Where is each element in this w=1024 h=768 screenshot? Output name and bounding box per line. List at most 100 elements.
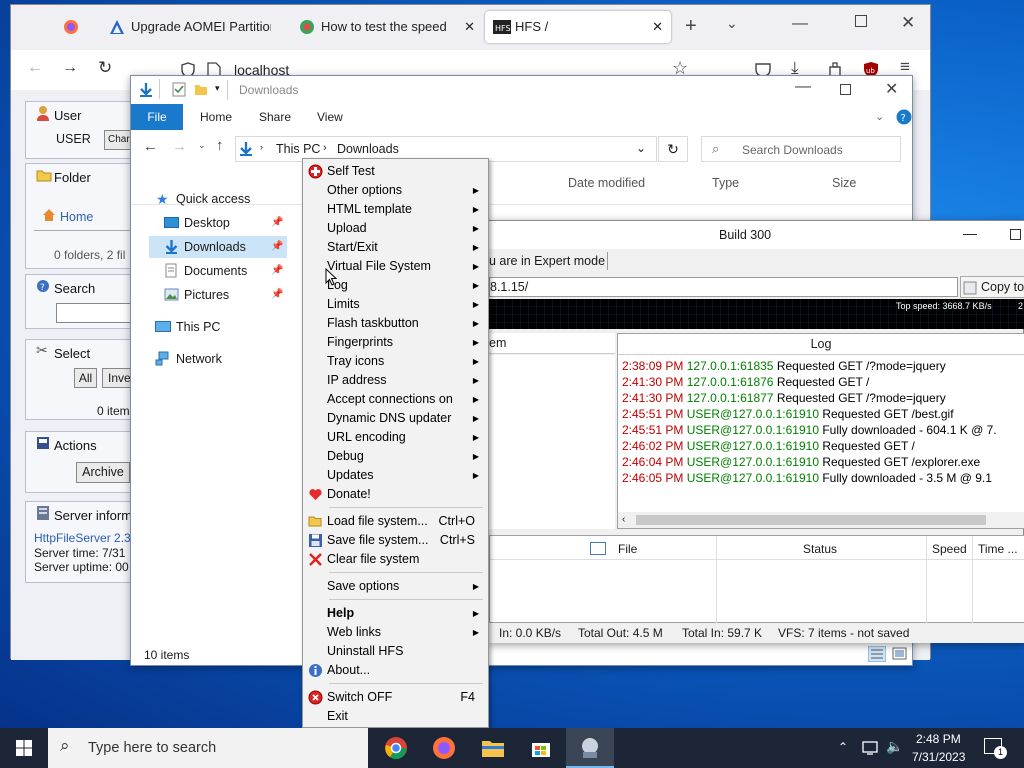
properties-icon[interactable] bbox=[172, 82, 186, 97]
qat-dropdown-icon[interactable]: ▾ bbox=[215, 83, 220, 94]
menu-item-uninstall-hfs[interactable]: Uninstall HFS bbox=[305, 642, 487, 661]
scroll-left-icon[interactable]: ‹ bbox=[622, 514, 625, 525]
menu-item-dynamic-dns-updater[interactable]: Dynamic DNS updater ▶ bbox=[305, 409, 487, 428]
hidden-icons-chevron-icon[interactable]: ⌃ bbox=[838, 740, 848, 754]
expert-mode-button[interactable]: u are in Expert mode bbox=[489, 254, 605, 268]
minimize-icon[interactable]: — bbox=[795, 78, 811, 96]
maximize-icon[interactable] bbox=[855, 15, 867, 27]
select-all-button[interactable]: All bbox=[74, 368, 97, 388]
minimize-icon[interactable]: — bbox=[963, 225, 977, 241]
menu-item-fingerprints[interactable]: Fingerprints ▶ bbox=[305, 333, 487, 352]
close-tab-icon[interactable]: ✕ bbox=[464, 11, 475, 43]
address-dropdown-icon[interactable]: ⌄ bbox=[636, 141, 646, 155]
close-window-icon[interactable]: ✕ bbox=[885, 79, 898, 99]
menu-item-help[interactable]: Help ▶ bbox=[305, 604, 487, 623]
search-downloads-box[interactable]: ⌕ Search Downloads bbox=[701, 136, 901, 162]
tab-hfs-active[interactable]: HFS HFS / ✕ bbox=[485, 11, 671, 43]
breadcrumb-downloads[interactable]: Downloads bbox=[337, 142, 399, 156]
menu-item-accept-connections-on[interactable]: Accept connections on ▶ bbox=[305, 390, 487, 409]
nav-downloads[interactable]: Downloads 📌 bbox=[149, 236, 287, 258]
vfs-column-header[interactable]: em bbox=[489, 333, 615, 354]
nav-quick-access[interactable]: ★ Quick access bbox=[149, 188, 287, 210]
volume-icon[interactable]: 🔈 bbox=[886, 738, 903, 755]
menu-item-upload[interactable]: Upload ▶ bbox=[305, 219, 487, 238]
menu-item-about[interactable]: About... bbox=[305, 661, 487, 680]
close-window-icon[interactable]: ✕ bbox=[901, 13, 915, 33]
refresh-icon[interactable]: ↻ bbox=[658, 136, 688, 162]
menu-item-updates[interactable]: Updates ▶ bbox=[305, 466, 487, 485]
ribbon-tab-share[interactable]: Share bbox=[259, 104, 291, 130]
menu-item-web-links[interactable]: Web links ▶ bbox=[305, 623, 487, 642]
menu-item-clear-file-system[interactable]: Clear file system bbox=[305, 550, 487, 569]
windows-start-icon[interactable] bbox=[16, 740, 32, 756]
menu-item-start-exit[interactable]: Start/Exit ▶ bbox=[305, 238, 487, 257]
minimize-icon[interactable]: — bbox=[792, 15, 808, 33]
column-date-modified[interactable]: Date modified bbox=[568, 176, 645, 190]
store-icon[interactable] bbox=[530, 737, 552, 759]
menu-item-load-file-system[interactable]: Load file system... Ctrl+O bbox=[305, 512, 487, 531]
nav-this-pc[interactable]: This PC bbox=[149, 316, 287, 338]
ribbon-tab-file[interactable]: File bbox=[131, 104, 183, 130]
menu-item-switch-off[interactable]: Switch OFF F4 bbox=[305, 688, 487, 707]
log-hscrollbar[interactable]: ‹ bbox=[618, 512, 1024, 528]
menu-item-html-template[interactable]: HTML template ▶ bbox=[305, 200, 487, 219]
nav-desktop[interactable]: Desktop 📌 bbox=[149, 212, 287, 234]
menu-item-save-options[interactable]: Save options ▶ bbox=[305, 577, 487, 596]
recent-locations-chevron-icon[interactable]: ⌄ bbox=[198, 140, 206, 151]
menu-item-self-test[interactable]: Self Test bbox=[305, 162, 487, 181]
tab-aomei[interactable]: Upgrade AOMEI Partition bbox=[101, 11, 287, 43]
large-icons-view-icon[interactable] bbox=[892, 647, 907, 660]
search-input[interactable] bbox=[56, 303, 136, 323]
maximize-icon[interactable] bbox=[840, 84, 851, 95]
menu-item-exit[interactable]: Exit bbox=[305, 707, 487, 726]
chrome-icon[interactable] bbox=[384, 736, 408, 760]
tab-firefox[interactable] bbox=[55, 11, 101, 43]
reload-icon[interactable]: ↻ bbox=[98, 58, 112, 78]
back-icon[interactable]: ← bbox=[27, 59, 43, 77]
column-time[interactable]: Time ... bbox=[978, 542, 1018, 556]
column-size[interactable]: Size bbox=[832, 176, 856, 190]
menu-item-url-encoding[interactable]: URL encoding ▶ bbox=[305, 428, 487, 447]
taskbar-search-box[interactable]: ⌕ Type here to search bbox=[48, 728, 368, 768]
menu-icon[interactable]: ≡ bbox=[900, 57, 910, 77]
help-icon[interactable]: ? bbox=[896, 109, 912, 125]
column-type[interactable]: Type bbox=[712, 176, 739, 190]
clock-date[interactable]: 7/31/2023 bbox=[912, 750, 965, 764]
new-folder-icon[interactable] bbox=[194, 82, 208, 96]
menu-item-ip-address[interactable]: IP address ▶ bbox=[305, 371, 487, 390]
ribbon-tab-home[interactable]: Home bbox=[200, 104, 232, 130]
menu-item-debug[interactable]: Debug ▶ bbox=[305, 447, 487, 466]
file-explorer-icon[interactable] bbox=[481, 738, 505, 758]
vfs-tree[interactable] bbox=[489, 355, 615, 529]
forward-icon[interactable]: → bbox=[62, 59, 78, 77]
menu-item-limits[interactable]: Limits ▶ bbox=[305, 295, 487, 314]
details-view-icon[interactable] bbox=[868, 646, 886, 662]
back-icon[interactable]: ← bbox=[143, 138, 158, 155]
home-link[interactable]: Home bbox=[60, 210, 93, 224]
menu-item-flash-taskbutton[interactable]: Flash taskbutton ▶ bbox=[305, 314, 487, 333]
menu-item-donate[interactable]: Donate! bbox=[305, 485, 487, 504]
new-tab-icon[interactable]: + bbox=[685, 15, 697, 38]
column-status[interactable]: Status bbox=[803, 542, 837, 556]
scroll-thumb[interactable] bbox=[636, 515, 986, 525]
firefox-icon[interactable] bbox=[432, 736, 456, 760]
archive-button[interactable]: Archive bbox=[76, 462, 130, 483]
close-tab-icon[interactable]: ✕ bbox=[652, 11, 663, 43]
server-link[interactable]: HttpFileServer 2.3 bbox=[34, 531, 131, 545]
nav-documents[interactable]: Documents 📌 bbox=[149, 260, 287, 282]
tab-speed-test[interactable]: How to test the speed of ✕ bbox=[293, 11, 483, 43]
tab-list-chevron-icon[interactable]: ⌄ bbox=[726, 15, 738, 32]
menu-item-other-options[interactable]: Other options ▶ bbox=[305, 181, 487, 200]
nav-pictures[interactable]: Pictures 📌 bbox=[149, 284, 287, 306]
status-vfs[interactable]: VFS: 7 items - not saved bbox=[778, 626, 909, 640]
menu-item-tray-icons[interactable]: Tray icons ▶ bbox=[305, 352, 487, 371]
clock-time[interactable]: 2:48 PM bbox=[916, 732, 961, 746]
menu-item-save-file-system[interactable]: Save file system... Ctrl+S bbox=[305, 531, 487, 550]
column-file[interactable]: File bbox=[618, 542, 637, 556]
url-field[interactable]: 8.1.15/ bbox=[489, 277, 958, 297]
nav-network[interactable]: Network bbox=[149, 348, 287, 370]
up-icon[interactable]: ↑ bbox=[216, 137, 224, 154]
forward-icon[interactable]: → bbox=[172, 138, 187, 155]
ribbon-tab-view[interactable]: View bbox=[317, 104, 343, 130]
column-speed[interactable]: Speed bbox=[932, 542, 967, 556]
